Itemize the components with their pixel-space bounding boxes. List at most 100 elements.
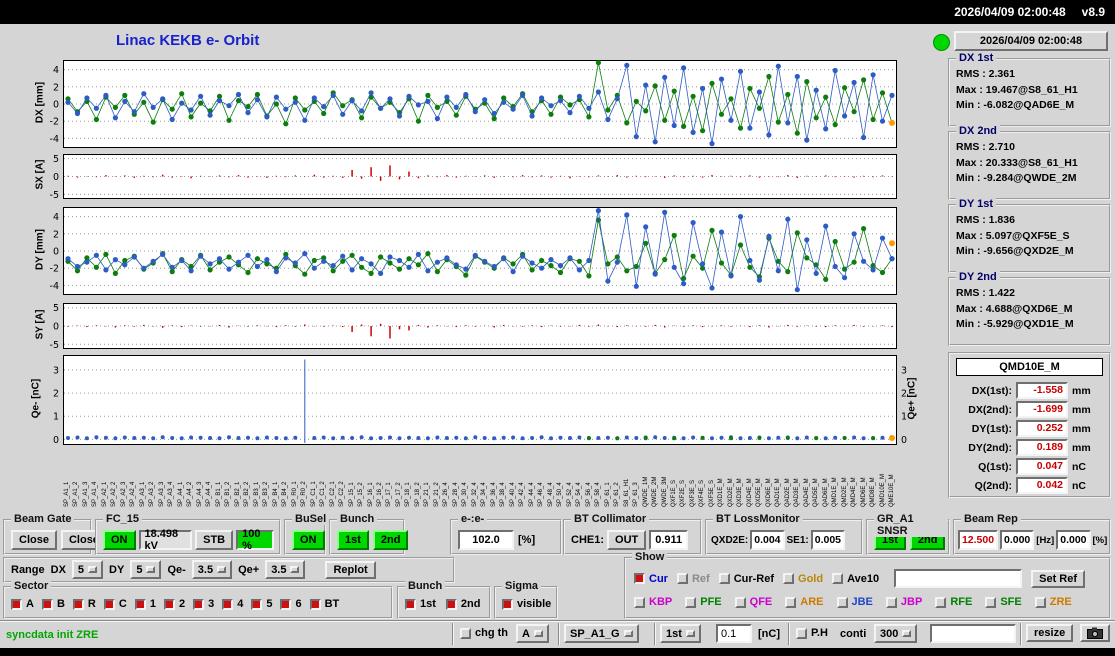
qmd-row-label: DY(1st): (956, 423, 1012, 435)
bpm-label: QMD2E_M (841, 447, 850, 507)
show-cur-checkbox[interactable]: Cur (634, 573, 668, 585)
checkbox-box[interactable] (502, 599, 513, 610)
sector-2-checkbox[interactable]: 2 (164, 598, 185, 610)
show-sfe-checkbox[interactable]: SFE (985, 596, 1021, 608)
checkbox-box[interactable] (832, 573, 843, 584)
busel-on-button[interactable]: ON (292, 530, 325, 550)
show-jbe-checkbox[interactable]: JBE (837, 596, 873, 608)
sector-select[interactable]: A (516, 624, 549, 643)
checkbox-box[interactable] (193, 599, 204, 610)
bpm-label: SP_B2_1 (234, 447, 243, 507)
beam-gate-close-button-1[interactable]: Close (11, 530, 57, 550)
checkbox-box[interactable] (735, 597, 746, 608)
sector-5-checkbox[interactable]: 5 (251, 598, 272, 610)
set-ref-button[interactable]: Set Ref (1031, 570, 1085, 588)
checkbox-box[interactable] (251, 599, 262, 610)
show-zre-checkbox[interactable]: ZRE (1035, 596, 1072, 608)
checkbox-box[interactable] (985, 597, 996, 608)
checkbox-box[interactable] (837, 597, 848, 608)
sector-r-checkbox[interactable]: R (73, 598, 96, 610)
checkbox-box[interactable] (280, 599, 291, 610)
sector-4-checkbox[interactable]: 4 (222, 598, 243, 610)
show-ref-checkbox[interactable]: Ref (677, 573, 710, 585)
fc15-on-button[interactable]: ON (103, 530, 136, 550)
checkbox-box[interactable] (677, 573, 688, 584)
show-jbp-checkbox[interactable]: JBP (886, 596, 922, 608)
checkbox-box[interactable] (785, 597, 796, 608)
snapshot-button[interactable] (1080, 624, 1110, 642)
extra-input[interactable] (930, 624, 1016, 643)
bpm-label: QAD1E_M (774, 447, 783, 507)
sector-c-checkbox[interactable]: C (104, 598, 127, 610)
show-qfe-checkbox[interactable]: QFE (735, 596, 773, 608)
checkbox-box[interactable] (796, 628, 807, 639)
threshold-input[interactable] (716, 624, 752, 643)
show-label: KBP (649, 596, 672, 608)
range-qe-plus-select[interactable]: 3.5 (265, 560, 305, 579)
stat-rms: RMS : 1.836 (950, 213, 1109, 229)
sector-a-checkbox[interactable]: A (11, 598, 34, 610)
ph-label: P.H (811, 627, 828, 639)
checkbox-box[interactable] (634, 573, 645, 584)
checkbox-box[interactable] (104, 599, 115, 610)
checkbox-box[interactable] (73, 599, 84, 610)
range-dy-select[interactable]: 5 (130, 560, 161, 579)
sector-bt-checkbox[interactable]: BT (310, 598, 340, 610)
ph-checkbox[interactable]: P.H (796, 627, 828, 639)
sector-b-checkbox[interactable]: B (42, 598, 65, 610)
bpm-label: SP_26_4 (442, 447, 451, 507)
resize-button[interactable]: resize (1026, 624, 1073, 642)
bpm-label: SP_A3_1 (139, 447, 148, 507)
bpm-name-axis: SP_A1_1SP_A1_2SP_A1_3SP_A1_4SP_A2_1SP_A2… (63, 447, 897, 507)
chg-th-checkbox[interactable]: chg th (460, 627, 508, 639)
bunch-2nd-checkbox[interactable]: 2nd (446, 598, 481, 610)
checkbox-box[interactable] (1035, 597, 1046, 608)
dx-2nd-stats-group: DX 2nd RMS : 2.710 Max : 20.333@S8_61_H1… (948, 131, 1111, 200)
se1-value-display: 0.005 (811, 530, 845, 550)
checkbox-box[interactable] (222, 599, 233, 610)
bpm-label: SP_36_4 (490, 447, 499, 507)
che1-out-button[interactable]: OUT (607, 530, 646, 550)
show-rfe-checkbox[interactable]: RFE (935, 596, 972, 608)
stat-title: DY 1st (956, 198, 996, 210)
show-pfe-checkbox[interactable]: PFE (685, 596, 721, 608)
checkbox-box[interactable] (405, 599, 416, 610)
bunch-1st-checkbox[interactable]: 1st (405, 598, 436, 610)
checkbox-box[interactable] (685, 597, 696, 608)
titlebar-datetime: 2026/04/09 02:00:48 (954, 5, 1065, 19)
show-cur-ref-checkbox[interactable]: Cur-Ref (719, 573, 774, 585)
checkbox-box[interactable] (460, 628, 471, 639)
range-dx-select[interactable]: 5 (72, 560, 103, 579)
bunch-2nd-button[interactable]: 2nd (373, 530, 409, 550)
checkbox-box[interactable] (164, 599, 175, 610)
device-select[interactable]: SP_A1_G (564, 624, 639, 643)
sector-3-checkbox[interactable]: 3 (193, 598, 214, 610)
replot-button[interactable]: Replot (325, 561, 375, 579)
range-qe-minus-select[interactable]: 3.5 (192, 560, 232, 579)
checkbox-box[interactable] (783, 573, 794, 584)
qmd-row-unit: mm (1072, 442, 1091, 454)
sector-6-checkbox[interactable]: 6 (280, 598, 301, 610)
show-kbp-checkbox[interactable]: KBP (634, 596, 672, 608)
checkbox-box[interactable] (42, 599, 53, 610)
sy-steering-plot: 50-5 (63, 303, 897, 349)
checkbox-box[interactable] (310, 599, 321, 610)
show-gold-checkbox[interactable]: Gold (783, 573, 823, 585)
fc15-stb-button[interactable]: STB (195, 530, 233, 550)
points-select[interactable]: 300 (874, 624, 917, 643)
bunch-select[interactable]: 1st (660, 624, 701, 643)
bunch-1st-button[interactable]: 1st (337, 530, 369, 550)
checkbox-box[interactable] (935, 597, 946, 608)
checkbox-box[interactable] (634, 597, 645, 608)
sector-1-checkbox[interactable]: 1 (135, 598, 156, 610)
show-are-checkbox[interactable]: ARE (785, 596, 823, 608)
checkbox-box[interactable] (719, 573, 730, 584)
qmd-row-value: 0.047 (1016, 458, 1068, 475)
checkbox-box[interactable] (11, 599, 22, 610)
ref-file-input[interactable] (894, 569, 1022, 588)
sigma-visible-checkbox[interactable]: visible (502, 598, 551, 610)
checkbox-box[interactable] (135, 599, 146, 610)
checkbox-box[interactable] (886, 597, 897, 608)
show-ave10-checkbox[interactable]: Ave10 (832, 573, 879, 585)
checkbox-box[interactable] (446, 599, 457, 610)
